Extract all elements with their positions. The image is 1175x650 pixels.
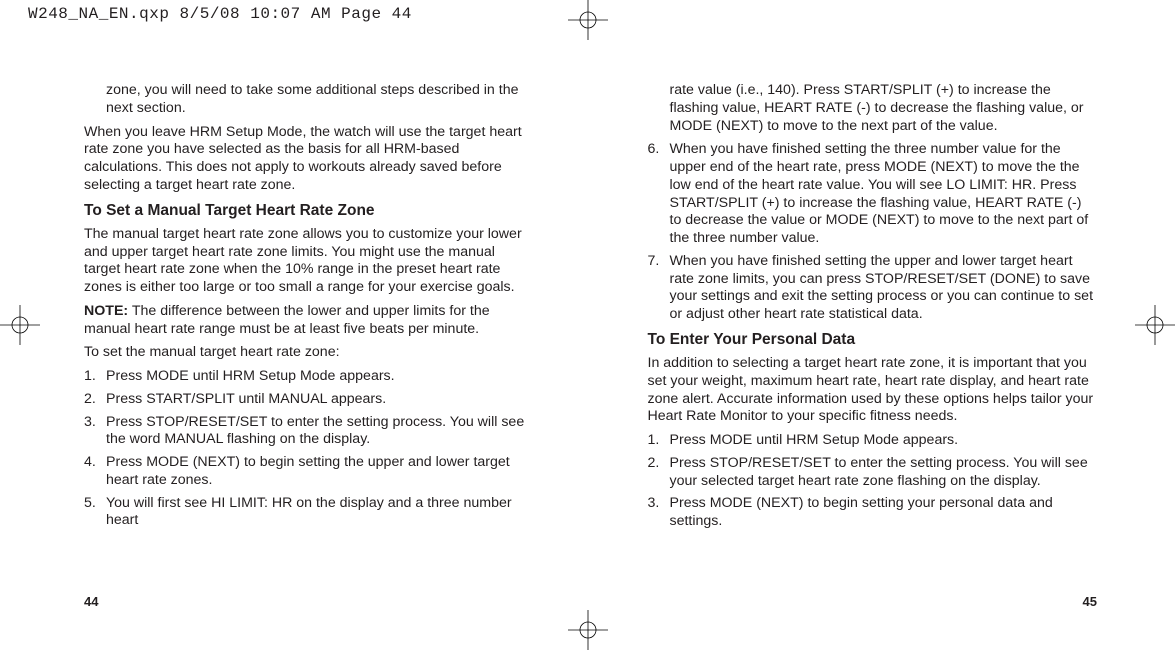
ordered-list: 1.Press MODE until HRM Setup Mode appear… [84,368,530,530]
list-number: 1. [648,432,670,450]
list-number: 6. [648,141,670,248]
continuation-text: zone, you will need to take some additio… [84,82,530,118]
list-number: 2. [648,455,670,491]
list-number: 4. [84,454,106,490]
list-item: 7.When you have finished setting the upp… [648,253,1098,324]
list-item: 3.Press MODE (NEXT) to begin setting you… [648,495,1098,531]
list-item: 1.Press MODE until HRM Setup Mode appear… [84,368,530,386]
page-spread: zone, you will need to take some additio… [0,82,1175,592]
list-text: When you have finished setting the three… [670,141,1098,248]
section-heading: To Set a Manual Target Heart Rate Zone [84,201,530,220]
list-text: Press MODE until HRM Setup Mode appears. [106,368,530,386]
list-item: 4.Press MODE (NEXT) to begin setting the… [84,454,530,490]
registration-mark-top [568,0,608,40]
page-number-left: 44 [84,594,98,610]
list-item: 1.Press MODE until HRM Setup Mode appear… [648,432,1098,450]
registration-mark-bottom [568,610,608,650]
page-right: rate value (i.e., 140). Press START/SPLI… [588,82,1175,592]
section-heading: To Enter Your Personal Data [648,330,1098,349]
list-text: Press STOP/RESET/SET to enter the settin… [670,455,1098,491]
page-left: zone, you will need to take some additio… [0,82,588,592]
ordered-list: 1.Press MODE until HRM Setup Mode appear… [648,432,1098,531]
list-item: 2.Press STOP/RESET/SET to enter the sett… [648,455,1098,491]
list-number: 7. [648,253,670,324]
list-text: Press MODE (NEXT) to begin setting your … [670,495,1098,531]
note-text: The difference between the lower and upp… [84,303,490,337]
print-slug-line: W248_NA_EN.qxp 8/5/08 10:07 AM Page 44 [28,4,412,24]
body-paragraph: The manual target heart rate zone allows… [84,226,530,297]
list-number: 1. [84,368,106,386]
list-text: Press START/SPLIT until MANUAL appears. [106,391,530,409]
body-paragraph: To set the manual target heart rate zone… [84,344,530,362]
list-item: 3.Press STOP/RESET/SET to enter the sett… [84,414,530,450]
list-item: 5.You will first see HI LIMIT: HR on the… [84,495,530,531]
note-label: NOTE: [84,303,128,319]
list-text: You will first see HI LIMIT: HR on the d… [106,495,530,531]
list-text: Press STOP/RESET/SET to enter the settin… [106,414,530,450]
list-item: 6.When you have finished setting the thr… [648,141,1098,248]
list-text: Press MODE (NEXT) to begin setting the u… [106,454,530,490]
continuation-text: rate value (i.e., 140). Press START/SPLI… [648,82,1098,135]
note-paragraph: NOTE: The difference between the lower a… [84,303,530,339]
body-paragraph: In addition to selecting a target heart … [648,355,1098,426]
list-number: 3. [84,414,106,450]
list-text: When you have finished setting the upper… [670,253,1098,324]
ordered-list: 6.When you have finished setting the thr… [648,141,1098,324]
list-number: 2. [84,391,106,409]
page-number-right: 45 [1083,594,1097,610]
list-number: 5. [84,495,106,531]
body-paragraph: When you leave HRM Setup Mode, the watch… [84,124,530,195]
list-text: Press MODE until HRM Setup Mode appears. [670,432,1098,450]
list-number: 3. [648,495,670,531]
list-item: 2.Press START/SPLIT until MANUAL appears… [84,391,530,409]
